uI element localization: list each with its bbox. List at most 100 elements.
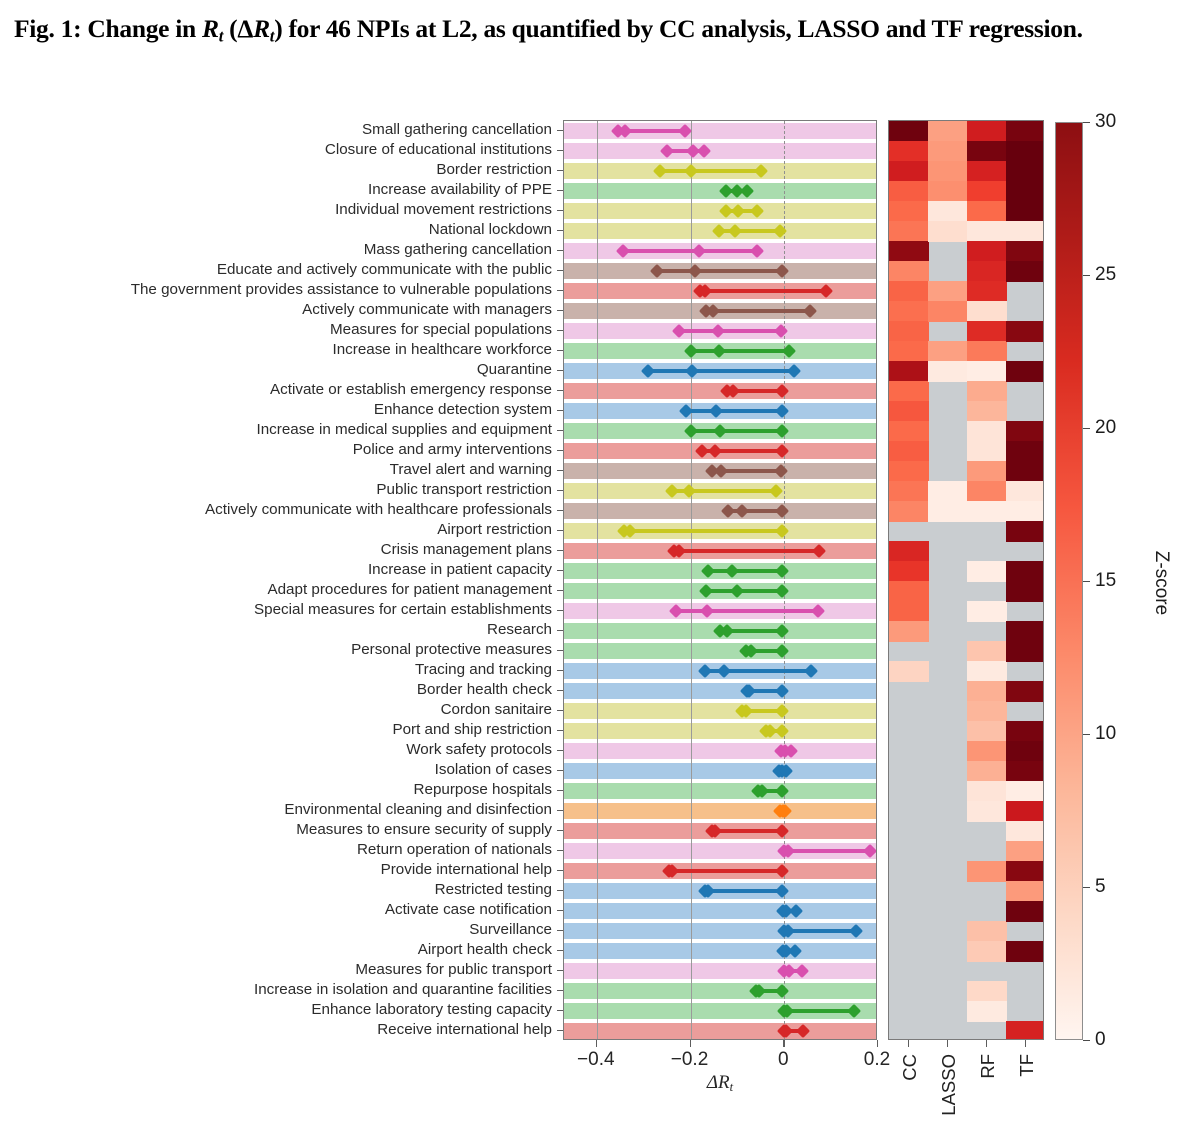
heatmap-cell [889,581,929,602]
y-axis-label: Travel alert and warning [389,461,552,478]
y-axis-label: Measures for public transport [355,961,552,978]
colorbar-tick-label: 15 [1095,570,1117,591]
y-axis-label: Mass gathering cancellation [363,241,552,258]
heatmap-cell [1006,681,1043,702]
y-axis-tick [557,570,563,572]
heatmap-cell [928,341,968,362]
heatmap-cell [928,161,968,182]
y-axis-tick [557,870,563,872]
heatmap-cell [1006,501,1043,522]
y-axis-label: Tracing and tracking [414,661,552,678]
y-axis-tick [557,150,563,152]
y-axis-tick [557,510,563,512]
heatmap-cell [889,281,929,302]
y-axis-label: Increase in isolation and quarantine fac… [253,981,552,998]
ci-bar [699,289,827,293]
y-axis-label: Individual movement restrictions [335,201,552,218]
heatmap-cell [967,301,1007,322]
heatmap-column-label: TF [1015,1054,1037,1077]
heatmap-tick [985,1040,987,1047]
heatmap-cell [967,381,1007,402]
ci-bar [704,889,782,893]
heatmap-cell [967,601,1007,622]
colorbar-tick [1083,428,1090,430]
y-axis-label: Measures to ensure security of supply [296,821,552,838]
heatmap-cell [1006,241,1043,262]
colorbar-tick [1083,1040,1090,1042]
row-band [564,503,876,519]
heatmap-cell [967,501,1007,522]
y-axis-label: Research [487,621,552,638]
heatmap-cell [967,981,1007,1002]
heatmap-cell [967,201,1007,222]
y-axis-tick [557,910,563,912]
x-axis-title-text: ΔR [706,1072,730,1093]
heatmap-cell [1006,761,1043,782]
heatmap-cell [889,361,929,382]
y-axis-label: Activate or establish emergency response [270,381,552,398]
ci-bar [784,929,856,933]
heatmap-cell [889,421,929,442]
colorbar-title: Z-score [1151,550,1172,616]
heatmap-cell [1006,741,1043,762]
heatmap-tick [1024,1040,1026,1047]
y-axis-tick [557,410,563,412]
row-band [564,983,876,999]
y-axis-tick [557,810,563,812]
ci-bar [676,609,818,613]
heatmap-cell [967,321,1007,342]
y-axis-label: The government provides assistance to vu… [130,281,552,298]
heatmap-column-label: LASSO [937,1054,959,1116]
heatmap-cell [967,741,1007,762]
heatmap-cell [967,661,1007,682]
x-axis-title: ΔRt [563,1072,877,1095]
y-axis-label: Activate case notification [384,901,552,918]
colorbar-tick-label: 30 [1095,111,1117,132]
heatmap-cell [1006,461,1043,482]
row-band [564,143,876,159]
heatmap-cell [967,721,1007,742]
heatmap-column-label: CC [898,1054,920,1081]
y-axis-label: Increase availability of PPE [367,181,552,198]
y-axis-tick [557,250,563,252]
ci-bar [705,309,811,313]
heatmap-cell [967,481,1007,502]
colorbar-tick [1083,887,1090,889]
y-axis-label: Small gathering cancellation [362,121,552,138]
heatmap-cell [1006,861,1043,882]
row-band [564,903,876,919]
row-band [564,743,876,759]
heatmap-cell [1006,821,1043,842]
heatmap-cell [967,441,1007,462]
y-axis-label: Increase in patient capacity [367,561,552,578]
heatmap-cell [1006,321,1043,342]
heatmap-cell [1006,361,1043,382]
heatmap-cell [967,121,1007,142]
heatmap-cell [1006,441,1043,462]
y-axis-label: Surveillance [469,921,552,938]
heatmap-cell [889,461,929,482]
heatmap-cell [967,421,1007,442]
heatmap-cell [967,401,1007,422]
ci-bar [623,529,782,533]
heatmap-cell [889,321,929,342]
y-axis-label: Environmental cleaning and disinfection [284,801,552,818]
heatmap-tick [946,1040,948,1047]
heatmap-cell [967,461,1007,482]
y-axis-tick [557,170,563,172]
heatmap-cell [967,681,1007,702]
heatmap-cell [1006,261,1043,282]
y-axis-tick [557,230,563,232]
heatmap-tick [907,1040,909,1047]
y-axis-tick [557,990,563,992]
heatmap-cell [928,501,968,522]
y-axis-tick [557,1010,563,1012]
ci-bar [660,169,761,173]
heatmap-cell [928,141,968,162]
y-axis-tick [557,590,563,592]
y-axis-tick [557,830,563,832]
y-axis-label: Special measures for certain establishme… [254,601,552,618]
row-band [564,643,876,659]
ci-bar [622,249,758,253]
y-axis-tick [557,130,563,132]
